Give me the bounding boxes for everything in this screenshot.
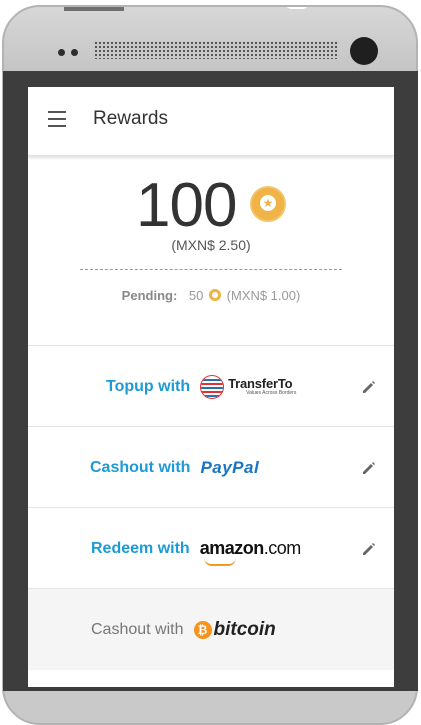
pending-row: Pending: 50 (MXN$ 1.00)	[28, 288, 394, 303]
dashed-divider	[80, 269, 342, 270]
transferto-globe-icon	[200, 374, 225, 399]
app-bar: Rewards	[28, 87, 394, 156]
bitcoin-wordmark: bitcoin	[213, 618, 276, 640]
option-label: Redeem with	[91, 539, 190, 557]
bitcoin-logo: ₿ bitcoin	[193, 618, 276, 641]
pending-points: 50	[188, 288, 204, 303]
sensor-dot	[58, 49, 65, 56]
edit-pencil-icon[interactable]	[362, 380, 376, 394]
amazon-smile-icon	[203, 558, 236, 566]
phone-top-bezel	[4, 7, 416, 73]
speaker-grille	[94, 41, 338, 59]
option-label: Cashout with	[91, 620, 184, 638]
reward-coin-small-icon	[209, 289, 221, 301]
app-screen: Rewards 100 ★ (MXN$ 2.50) Pending: 50 (M…	[28, 87, 394, 687]
bitcoin-icon: ₿	[193, 620, 212, 639]
transferto-wordmark: TransferTo	[228, 376, 293, 391]
phone-notch	[284, 7, 310, 9]
edit-pencil-icon[interactable]	[362, 542, 376, 556]
topup-transferto-option[interactable]: Topup with TransferTo Values Across Bord…	[28, 345, 394, 427]
page-title: Rewards	[93, 108, 168, 129]
cashout-bitcoin-option[interactable]: Cashout with ₿ bitcoin	[28, 588, 394, 670]
reward-coin-icon: ★	[250, 186, 286, 222]
option-label: Topup with	[106, 377, 191, 395]
transferto-logo: TransferTo Values Across Borders	[200, 374, 297, 399]
front-camera	[350, 37, 378, 65]
pending-money: (MXN$ 1.00)	[226, 288, 301, 303]
transferto-tagline: Values Across Borders	[246, 390, 297, 396]
points-balance: 100 ★	[28, 171, 394, 241]
phone-button-top	[64, 7, 124, 11]
cashout-paypal-option[interactable]: Cashout with PayPal	[28, 426, 394, 508]
redeem-amazon-option[interactable]: Redeem with amazon.com	[28, 507, 394, 589]
sensor-dot	[71, 49, 78, 56]
option-label: Cashout with	[90, 458, 191, 476]
edit-pencil-icon[interactable]	[362, 461, 376, 475]
points-money-value: (MXN$ 2.50)	[171, 237, 251, 253]
points-value: 100	[136, 171, 237, 240]
amazon-suffix: .com	[263, 538, 302, 558]
hamburger-menu-icon[interactable]	[48, 111, 66, 127]
star-icon: ★	[260, 195, 276, 211]
amazon-logo: amazon.com	[199, 538, 302, 566]
amazon-wordmark: amazon	[199, 538, 265, 558]
paypal-logo: PayPal	[200, 457, 260, 477]
pending-label: Pending:	[121, 288, 178, 303]
